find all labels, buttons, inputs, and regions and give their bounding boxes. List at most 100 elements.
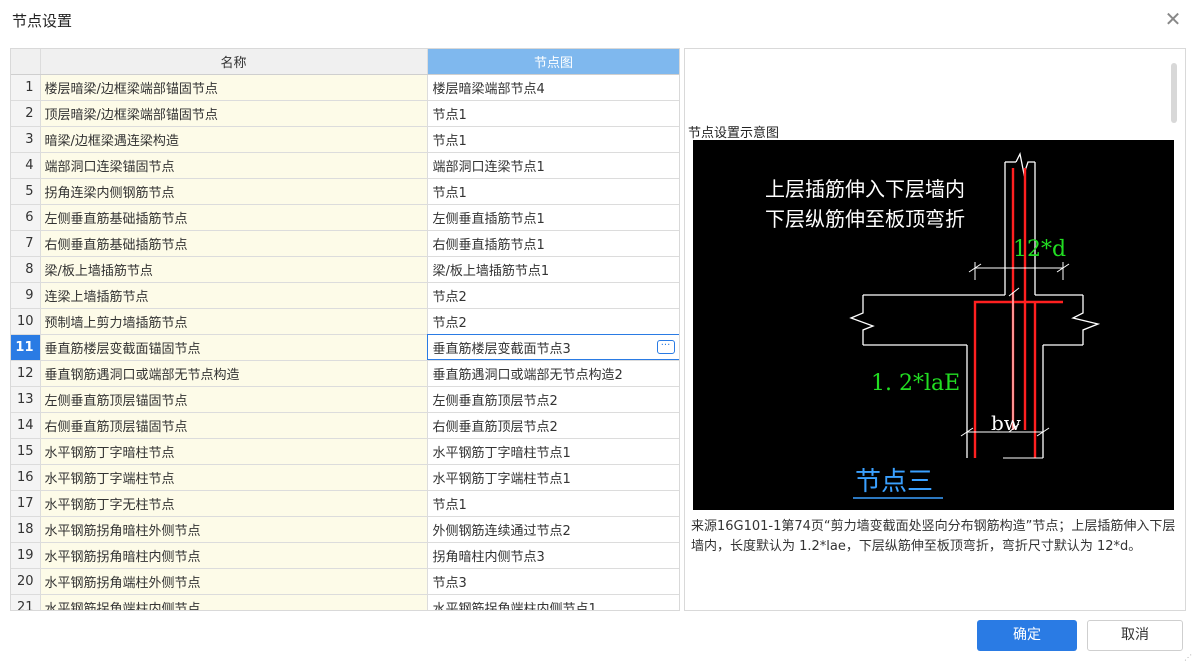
row-name-cell: 垂直钢筋遇洞口或端部无节点构造 [40,360,428,387]
row-number[interactable]: 2 [11,100,41,127]
row-name-cell: 右侧垂直筋基础插筋节点 [40,230,428,257]
table-row[interactable]: 15 水平钢筋丁字暗柱节点 水平钢筋丁字暗柱节点1 [11,438,679,465]
row-number[interactable]: 20 [11,568,41,595]
row-number[interactable]: 9 [11,282,41,309]
row-node-value: 右侧垂直插筋节点1 [432,237,545,253]
row-number[interactable]: 17 [11,490,41,517]
row-number[interactable]: 10 [11,308,41,335]
table-row[interactable]: 8 梁/板上墙插筋节点 梁/板上墙插筋节点1 [11,256,679,283]
row-number[interactable]: 5 [11,178,41,205]
more-options-icon[interactable]: ··· [656,339,675,354]
row-name-cell: 水平钢筋拐角暗柱内侧节点 [40,542,428,569]
row-node-value: 水平钢筋拐角端柱内侧节点1 [432,601,597,611]
table-row[interactable]: 12 垂直钢筋遇洞口或端部无节点构造 垂直筋遇洞口或端部无节点构造2 [11,360,679,387]
table-row[interactable]: 9 连梁上墙插筋节点 节点2 [11,282,679,309]
row-number[interactable]: 12 [11,360,41,387]
row-number[interactable]: 1 [11,74,41,101]
table-row[interactable]: 13 左侧垂直筋顶层锚固节点 左侧垂直筋顶层节点2 [11,386,679,413]
row-node-cell[interactable]: 左侧垂直插筋节点1 [427,204,679,231]
row-node-value: 左侧垂直插筋节点1 [432,211,545,227]
row-number[interactable]: 18 [11,516,41,543]
row-node-cell[interactable]: 右侧垂直插筋节点1 [427,230,679,257]
row-node-cell[interactable]: 垂直筋楼层变截面节点3 ··· [427,334,679,361]
row-name-cell: 连梁上墙插筋节点 [40,282,428,309]
row-node-cell[interactable]: 节点3 [427,568,679,595]
table-row[interactable]: 1 楼层暗梁/边框梁端部锚固节点 楼层暗梁端部节点4 [11,74,679,101]
row-node-value: 左侧垂直筋顶层节点2 [432,393,558,409]
row-node-cell[interactable]: 左侧垂直筋顶层节点2 [427,386,679,413]
panel-scrollbar[interactable] [1171,63,1177,123]
diagram-label: 节点设置示意图 [688,126,780,141]
row-number[interactable]: 7 [11,230,41,257]
row-number[interactable]: 11 [11,334,41,361]
table-row[interactable]: 17 水平钢筋丁字无柱节点 节点1 [11,490,679,517]
row-node-cell[interactable]: 节点1 [427,178,679,205]
row-number[interactable]: 16 [11,464,41,491]
row-node-cell[interactable]: 节点2 [427,308,679,335]
row-name-cell: 预制墙上剪力墙插筋节点 [40,308,428,335]
table-row[interactable]: 20 水平钢筋拐角端柱外侧节点 节点3 [11,568,679,595]
close-icon[interactable]: ✕ [1162,8,1184,30]
row-number[interactable]: 19 [11,542,41,569]
table-row[interactable]: 5 拐角连梁内侧钢筋节点 节点1 [11,178,679,205]
row-node-value: 节点2 [432,315,467,331]
row-name-cell: 水平钢筋拐角暗柱外侧节点 [40,516,428,543]
table-row[interactable]: 14 右侧垂直筋顶层锚固节点 右侧垂直筋顶层节点2 [11,412,679,439]
row-node-value: 楼层暗梁端部节点4 [432,81,545,97]
row-node-cell[interactable]: 楼层暗梁端部节点4 [427,74,679,101]
node-settings-grid[interactable]: 名称 节点图 1 楼层暗梁/边框梁端部锚固节点 楼层暗梁端部节点4 2 顶层暗梁/边框梁… [10,48,680,611]
row-node-cell[interactable]: 水平钢筋丁字端柱节点1 [427,464,679,491]
node-table: 名称 节点图 1 楼层暗梁/边框梁端部锚固节点 楼层暗梁端部节点4 2 顶层暗梁/边框梁… [11,49,679,611]
row-node-value: 水平钢筋丁字端柱节点1 [432,471,571,487]
row-number[interactable]: 21 [11,594,41,610]
row-node-cell[interactable]: 水平钢筋拐角端柱内侧节点1 [427,594,679,611]
row-number[interactable]: 8 [11,256,41,283]
row-number[interactable]: 13 [11,386,41,413]
table-row[interactable]: 16 水平钢筋丁字端柱节点 水平钢筋丁字端柱节点1 [11,464,679,491]
row-node-cell[interactable]: 右侧垂直筋顶层节点2 [427,412,679,439]
table-row[interactable]: 3 暗梁/边框梁遇连梁构造 节点1 [11,126,679,153]
table-row[interactable]: 10 预制墙上剪力墙插筋节点 节点2 [11,308,679,335]
row-node-value: 节点1 [432,497,467,513]
table-row[interactable]: 7 右侧垂直筋基础插筋节点 右侧垂直插筋节点1 [11,230,679,257]
table-row[interactable]: 19 水平钢筋拐角暗柱内侧节点 拐角暗柱内侧节点3 [11,542,679,569]
row-node-value: 节点1 [432,185,467,201]
row-number[interactable]: 3 [11,126,41,153]
row-node-cell[interactable]: 节点1 [427,490,679,517]
table-row[interactable]: 4 端部洞口连梁锚固节点 端部洞口连梁节点1 [11,152,679,179]
row-node-cell[interactable]: 梁/板上墙插筋节点1 [427,256,679,283]
row-name-cell: 水平钢筋丁字端柱节点 [40,464,428,491]
diagram-caption: 节点三 [855,467,933,497]
node-diagram: 12*d 1. 2*laE bw 上层插筋伸入下层墙内 下层纵筋伸至板顶弯折 节… [693,140,1174,510]
row-node-cell[interactable]: 节点2 [427,282,679,309]
row-number[interactable]: 14 [11,412,41,439]
table-row[interactable]: 6 左侧垂直筋基础插筋节点 左侧垂直插筋节点1 [11,204,679,231]
table-row[interactable]: 11 垂直筋楼层变截面锚固节点 垂直筋楼层变截面节点3 ··· [11,334,679,361]
table-row[interactable]: 18 水平钢筋拐角暗柱外侧节点 外侧钢筋连续通过节点2 [11,516,679,543]
ok-button[interactable]: 确定 [977,620,1077,651]
resize-grip-icon[interactable]: ⋰ [1184,653,1192,662]
row-node-cell[interactable]: 外侧钢筋连续通过节点2 [427,516,679,543]
row-node-value: 垂直筋遇洞口或端部无节点构造2 [432,367,623,383]
row-number[interactable]: 6 [11,204,41,231]
diagram-description: 来源16G101-1第74页“剪力墙变截面处竖向分布钢筋构造”节点；上层插筋伸入… [691,519,1176,554]
row-node-cell[interactable]: 节点1 [427,100,679,127]
row-name-cell: 梁/板上墙插筋节点 [40,256,428,283]
header-node[interactable]: 节点图 [427,49,679,75]
row-node-value: 端部洞口连梁节点1 [432,159,545,175]
row-name-cell: 水平钢筋拐角端柱内侧节点 [40,594,428,610]
header-name[interactable]: 名称 [40,49,428,75]
row-number[interactable]: 15 [11,438,41,465]
row-node-value: 右侧垂直筋顶层节点2 [432,419,558,435]
row-node-value: 垂直筋楼层变截面节点3 [432,341,571,357]
table-row[interactable]: 21 水平钢筋拐角端柱内侧节点 水平钢筋拐角端柱内侧节点1 [11,594,679,611]
row-node-cell[interactable]: 节点1 [427,126,679,153]
row-node-cell[interactable]: 端部洞口连梁节点1 [427,152,679,179]
row-node-cell[interactable]: 拐角暗柱内侧节点3 [427,542,679,569]
row-node-value: 节点1 [432,133,467,149]
row-number[interactable]: 4 [11,152,41,179]
row-node-cell[interactable]: 垂直筋遇洞口或端部无节点构造2 [427,360,679,387]
row-node-cell[interactable]: 水平钢筋丁字暗柱节点1 [427,438,679,465]
cancel-button[interactable]: 取消 [1087,620,1183,651]
table-row[interactable]: 2 顶层暗梁/边框梁端部锚固节点 节点1 [11,100,679,127]
